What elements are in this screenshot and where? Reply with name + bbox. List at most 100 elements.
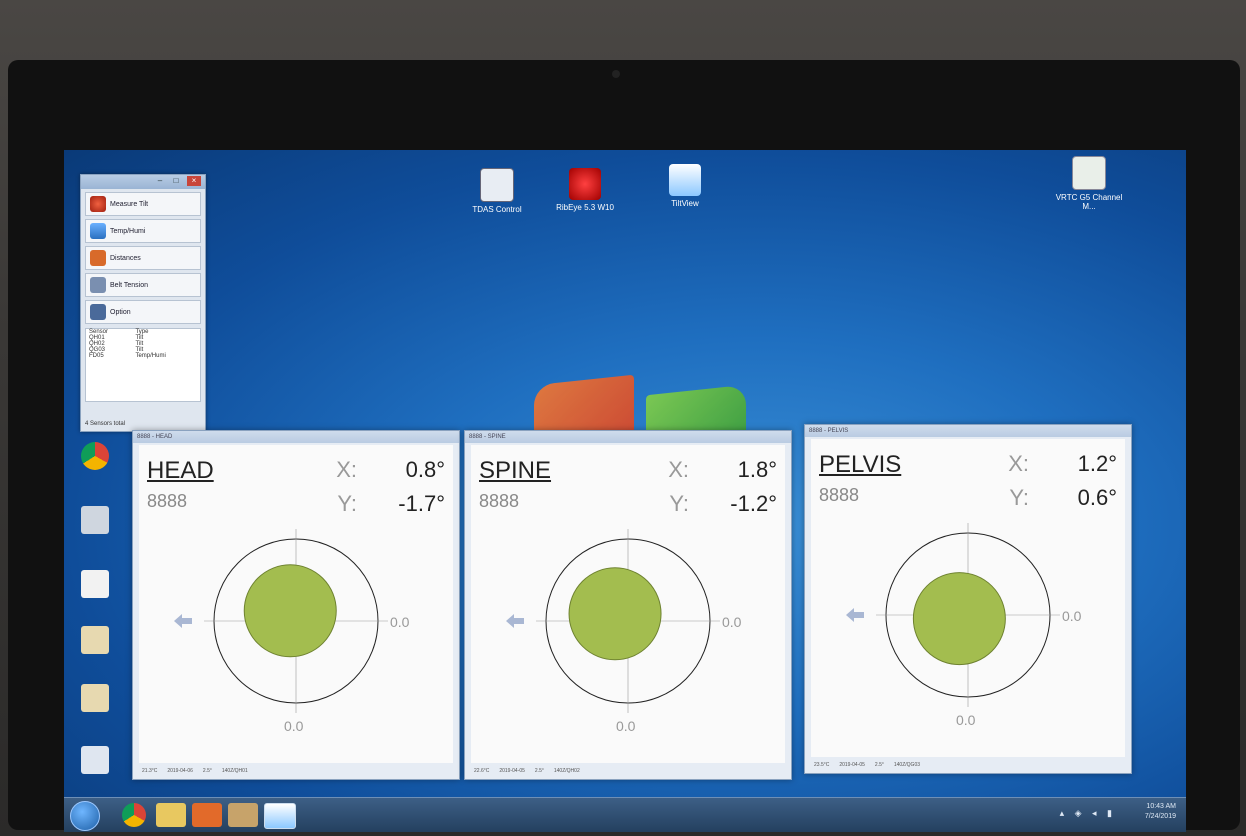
status-sensor: 140Z/QG03 xyxy=(893,762,921,768)
tdas-control-shortcut[interactable]: TDAS Control xyxy=(462,168,532,214)
tilt-panel: HEAD 8888 X: 0.8° Y: -1.7° 0.0 0.0 xyxy=(139,445,453,763)
tiltview-menu-window: – □ × Measure Tilt Temp/Humi Distances B… xyxy=(80,174,206,432)
clock[interactable]: 10:43 AM 7/24/2019 xyxy=(1145,802,1176,822)
ribeye-icon xyxy=(569,168,601,200)
type-cell: Temp/Humi xyxy=(135,353,166,359)
tray-icons[interactable]: ▴ ◈ ◂ ▮ xyxy=(1060,808,1116,819)
status-date: 2019-04-06 xyxy=(167,768,193,774)
menu-item-label: Temp/Humi xyxy=(110,227,146,235)
head-window: 8888 - HEAD HEAD 8888 X: 0.8° Y: -1.7° 0… xyxy=(132,430,460,780)
sensor-serial: 8888 xyxy=(819,485,860,505)
sensor-count: 4 Sensors total xyxy=(85,421,126,427)
status-temp: 23.5°C xyxy=(814,762,830,768)
menu-item-label: Option xyxy=(110,308,131,316)
option-icon xyxy=(90,304,106,320)
desktop-icon-label: RibEye 5.3 W10 xyxy=(556,203,614,212)
measure-tilt-button[interactable]: Measure Tilt xyxy=(85,192,201,216)
status-temp: 21.3°C xyxy=(142,768,158,774)
y-axis-label: 0.0 xyxy=(956,712,976,728)
window-title: 8888 - SPINE xyxy=(465,431,791,443)
app-icon xyxy=(81,570,109,598)
status-range: 2.5° xyxy=(534,768,544,774)
belt-icon xyxy=(90,277,106,293)
archive-icon xyxy=(81,684,109,712)
tilt-plot: 0.0 0.0 xyxy=(846,523,1082,728)
sensor-name: HEAD xyxy=(147,457,214,484)
temp-humi-button[interactable]: Temp/Humi xyxy=(85,219,201,243)
status-date: 2019-04-05 xyxy=(839,762,865,768)
tiltview-icon xyxy=(669,164,701,196)
x-axis-label: 0.0 xyxy=(390,614,410,630)
vrtc-shortcut[interactable]: VRTC G5 Channel M... xyxy=(1054,156,1124,211)
status-bar: 22.6°C 2019-04-05 2.5° 140Z/QH02 xyxy=(471,765,785,777)
table-row[interactable]: FD05 Temp/Humi xyxy=(86,353,200,359)
status-sensor: 140Z/QH01 xyxy=(221,768,248,774)
x-value: 0.8° xyxy=(405,457,445,482)
webcam xyxy=(612,70,620,78)
recycle-bin-icon xyxy=(81,746,109,774)
close-button[interactable]: × xyxy=(187,176,201,186)
desktop-shortcut-3[interactable] xyxy=(70,570,120,600)
menu-item-label: Belt Tension xyxy=(110,281,149,289)
tiltview-taskbar-icon[interactable] xyxy=(264,803,296,829)
y-axis-label: 0.0 xyxy=(284,718,304,734)
x-label: X: xyxy=(336,457,357,482)
clock-date: 7/24/2019 xyxy=(1144,813,1176,820)
y-label: Y: xyxy=(1009,485,1029,510)
status-date: 2019-04-05 xyxy=(499,768,525,774)
sensor-name: SPINE xyxy=(479,457,552,484)
status-sensor: 140Z/QH02 xyxy=(553,768,580,774)
menu-item-label: Distances xyxy=(110,254,141,262)
ribeye-shortcut[interactable]: RibEye 5.3 W10 xyxy=(550,168,620,212)
desktop-icon-label: TiltView xyxy=(671,199,699,208)
tilt-panel: PELVIS 8888 X: 1.2° Y: 0.6° 0.0 0.0 xyxy=(811,439,1125,757)
sensor-table: Sensor Type QH01 Tilt QH02 Tilt QG03 Til… xyxy=(85,328,201,402)
tiltview-shortcut[interactable]: TiltView xyxy=(650,164,720,208)
tilt-bubble xyxy=(912,572,1006,666)
status-temp: 22.6°C xyxy=(474,768,490,774)
taskbar: ▴ ◈ ◂ ▮ 10:43 AM 7/24/2019 xyxy=(64,797,1186,832)
distances-button[interactable]: Distances xyxy=(85,246,201,270)
y-label: Y: xyxy=(669,491,689,516)
menu-titlebar: – □ × xyxy=(81,175,205,189)
desktop: TDAS Control RibEye 5.3 W10 TiltView VRT… xyxy=(64,150,1186,832)
desktop-shortcut-6[interactable] xyxy=(70,746,120,776)
chrome-taskbar-icon[interactable] xyxy=(122,803,146,827)
sensor-serial: 8888 xyxy=(147,491,188,511)
y-label: Y: xyxy=(337,491,357,516)
maximize-button[interactable]: □ xyxy=(169,176,183,186)
status-bar: 23.5°C 2019-04-05 2.5° 140Z/QG03 xyxy=(811,759,1125,771)
start-button[interactable] xyxy=(70,801,100,831)
chrome-icon xyxy=(81,442,109,470)
tilt-plot: 0.0 0.0 xyxy=(174,529,410,734)
sensor-serial: 8888 xyxy=(479,491,520,511)
tilt-panel: SPINE 8888 X: 1.8° Y: -1.2° 0.0 0.0 xyxy=(471,445,785,763)
window-title: 8888 - PELVIS xyxy=(805,425,1131,437)
app-taskbar-icon[interactable] xyxy=(228,803,258,827)
chrome-shortcut[interactable] xyxy=(70,442,120,472)
window-title: 8888 - HEAD xyxy=(133,431,459,443)
desktop-shortcut-5[interactable] xyxy=(70,684,120,714)
sensor-cell: FD05 xyxy=(89,353,104,359)
thermometer-icon xyxy=(90,223,106,239)
desktop-icon-label: TDAS Control xyxy=(472,205,522,214)
tilt-icon xyxy=(90,196,106,212)
status-bar: 21.3°C 2019-04-06 2.5° 140Z/QH01 xyxy=(139,765,453,777)
desktop-shortcut-4[interactable] xyxy=(70,626,120,656)
minimize-button[interactable]: – xyxy=(153,176,167,186)
media-player-icon[interactable] xyxy=(192,803,222,827)
x-axis-label: 0.0 xyxy=(722,614,742,630)
app-icon xyxy=(81,506,109,534)
spine-window: 8888 - SPINE SPINE 8888 X: 1.8° Y: -1.2°… xyxy=(464,430,792,780)
direction-arrow-icon xyxy=(506,614,524,628)
x-label: X: xyxy=(668,457,689,482)
folder-icon[interactable] xyxy=(156,803,186,827)
sensor-name: PELVIS xyxy=(819,451,902,478)
desktop-icon-label: VRTC G5 Channel M... xyxy=(1055,193,1123,211)
direction-arrow-icon xyxy=(846,608,864,622)
desktop-shortcut-2[interactable] xyxy=(70,506,120,536)
status-range: 2.5° xyxy=(874,762,884,768)
option-button[interactable]: Option xyxy=(85,300,201,324)
belt-tension-button[interactable]: Belt Tension xyxy=(85,273,201,297)
tdas-icon xyxy=(480,168,514,202)
